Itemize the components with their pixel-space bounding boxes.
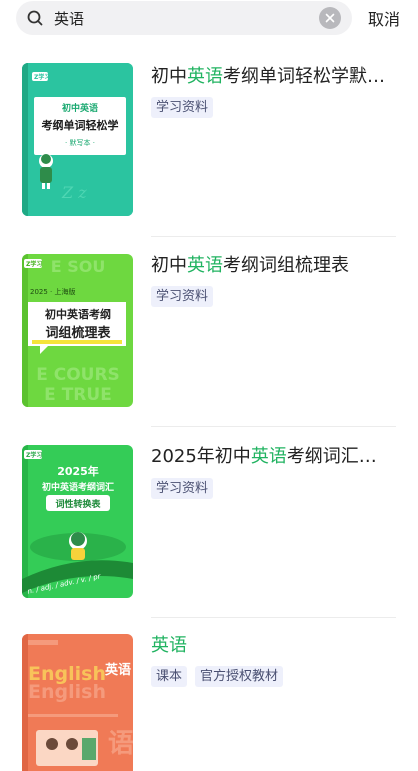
search-input[interactable]	[54, 1, 304, 35]
tag-list: 学习资料	[151, 97, 214, 118]
svg-text:词性转换表: 词性转换表	[55, 498, 101, 510]
tag: 学习资料	[151, 286, 214, 307]
svg-text:Z学习: Z学习	[26, 451, 42, 459]
svg-text:初中英语: 初中英语	[62, 102, 98, 114]
search-box[interactable]	[16, 1, 352, 35]
svg-text:E COURS: E COURS	[36, 365, 120, 385]
svg-text:初中英语考纲: 初中英语考纲	[45, 307, 111, 321]
cover-art: E SOU E COURS E TRUE Z学习 2025 · 上海版 初中英语…	[22, 254, 133, 407]
divider	[151, 426, 396, 427]
tag: 官方授权教材	[195, 666, 284, 687]
divider	[151, 236, 396, 237]
svg-text:语: 语	[108, 729, 133, 759]
svg-text:初中英语考纲词汇: 初中英语考纲词汇	[42, 481, 114, 493]
cancel-button[interactable]: 取消	[368, 6, 400, 30]
clear-search-button[interactable]	[319, 7, 341, 29]
book-cover[interactable]: E SOU E COURS E TRUE Z学习 2025 · 上海版 初中英语…	[22, 254, 133, 407]
svg-text:E TRUE: E TRUE	[44, 385, 112, 405]
result-title[interactable]: 初中英语考纲单词轻松学默…	[151, 65, 399, 89]
svg-text:考纲单词轻松学: 考纲单词轻松学	[42, 118, 119, 132]
svg-text:英语: 英语	[104, 662, 131, 678]
tag: 学习资料	[151, 97, 214, 118]
close-icon	[325, 13, 335, 23]
tag: 学习资料	[151, 478, 214, 499]
search-icon	[27, 10, 43, 26]
cover-badge: Z学习	[34, 73, 50, 81]
svg-text:词组梳理表: 词组梳理表	[45, 325, 111, 341]
tag: 课本	[151, 666, 188, 687]
svg-text:Z z: Z z	[61, 183, 87, 202]
svg-text:2025 · 上海版: 2025 · 上海版	[30, 287, 76, 296]
svg-text:E SOU: E SOU	[51, 257, 106, 276]
cover-art: English English 英语 语	[22, 634, 133, 771]
result-title[interactable]: 初中英语考纲词组梳理表	[151, 254, 399, 278]
cover-art: Z学习 初中英语 考纲单词轻松学 · 默写本 · Z z	[22, 63, 133, 216]
result-title[interactable]: 2025年初中英语考纲词汇…	[151, 445, 399, 469]
svg-text:English: English	[28, 681, 106, 703]
result-title[interactable]: 英语	[151, 634, 399, 658]
svg-text:Z学习: Z学习	[26, 260, 42, 268]
book-cover[interactable]: Z学习 初中英语 考纲单词轻松学 · 默写本 · Z z	[22, 63, 133, 216]
tag-list: 学习资料	[151, 478, 214, 499]
search-bar: 取消	[0, 0, 418, 42]
divider	[151, 617, 396, 618]
svg-text:2025年: 2025年	[57, 464, 99, 478]
tag-list: 学习资料	[151, 286, 214, 307]
svg-text:· 默写本 ·: · 默写本 ·	[65, 138, 95, 147]
tag-list: 课本 官方授权教材	[151, 666, 284, 687]
book-cover[interactable]: English English 英语 语	[22, 634, 133, 771]
cover-art: Z学习 2025年 初中英语考纲词汇 词性转换表 n. / adj. / adv…	[22, 445, 133, 598]
book-cover[interactable]: Z学习 2025年 初中英语考纲词汇 词性转换表 n. / adj. / adv…	[22, 445, 133, 598]
